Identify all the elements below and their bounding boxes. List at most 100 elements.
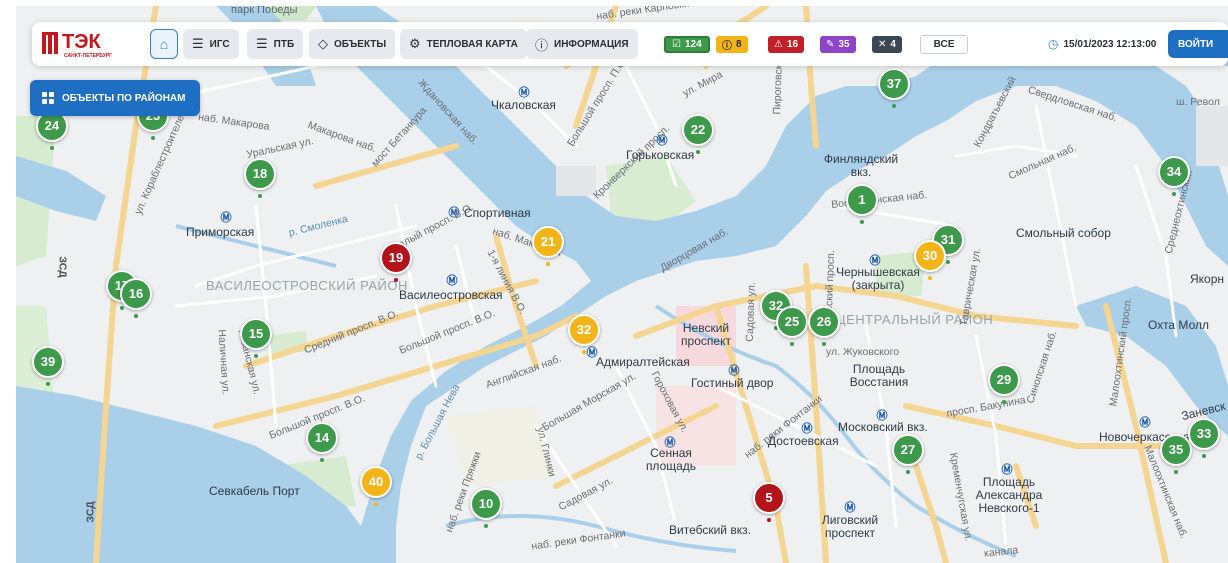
ptb-button-label: ПТБ [273,38,295,50]
object-marker[interactable]: 1 [846,184,878,224]
object-marker[interactable]: 21 [532,226,564,266]
map-label-nevskogo: Площадь Александра Невского-1 [975,475,1043,515]
info-icon: ⓘ [535,38,549,54]
top-bar: ТЭК САНКТ-ПЕТЕРБУРГ ⌂ ☰ ИГС ☰ ПТБ ◇ ОБЪЕ… [32,22,1228,66]
object-marker-count: 1 [846,184,878,216]
map-label-primorskaya: Приморская [186,225,255,239]
map-label-smolny: Смольный собор [1016,226,1111,240]
object-marker[interactable]: 14 [306,422,338,462]
object-marker[interactable]: 10 [470,488,502,528]
heatmap-button[interactable]: ⚙ ТЕПЛОВАЯ КАРТА [400,29,527,59]
object-marker[interactable]: 32 [568,314,600,354]
object-marker[interactable]: 16 [120,278,152,318]
map-label-dostoevskaya: Достоевская [768,434,839,448]
object-marker[interactable]: 18 [244,158,276,198]
marker-point [696,150,700,154]
object-marker-count: 14 [306,422,338,454]
object-marker-count: 30 [914,240,946,272]
object-marker[interactable]: 22 [682,114,714,154]
map-label-sadovaya2: Садовая ул. [743,282,758,342]
object-marker[interactable]: 30 [914,240,946,280]
object-marker[interactable]: 40 [360,466,392,506]
marker-point [767,518,771,522]
stat-warning-count: 8 [736,39,742,50]
info-button[interactable]: ⓘ ИНФОРМАЦИЯ [526,29,638,59]
gear-icon: ⚙ [409,36,421,52]
datetime-display: ◷ 15/01/2023 12:13:00 [1048,37,1156,51]
marker-point [1172,192,1176,196]
object-marker[interactable]: 29 [988,364,1020,404]
tek-logo[interactable]: ТЭК САНКТ-ПЕТЕРБУРГ [40,26,130,62]
map-label-admiralteyskaya: Адмиралтейская [596,355,690,369]
stat-planned-filter[interactable]: ✎ 35 [820,36,856,53]
tag-icon: ◇ [318,36,328,52]
datetime-text: 15/01/2023 12:13:00 [1063,38,1157,50]
metro-icon: Ⓜ [801,422,813,435]
map-label-chkalovskaya: Чкаловская [491,98,556,112]
marker-point [50,146,54,150]
clock-icon: ◷ [1048,37,1059,51]
marker-point [582,350,586,354]
heatmap-button-label: ТЕПЛОВАЯ КАРТА [426,38,518,50]
object-marker-count: 26 [808,306,840,338]
igs-button-label: ИГС [209,38,230,50]
map-label-vasileostrovskaya: Василеостровская [399,288,503,302]
map-label-zsd2: ЗСД [84,501,97,523]
igs-button[interactable]: ☰ ИГС [183,29,239,59]
map-label-gostiny: Гостиный двор [691,376,774,390]
stat-warning-filter[interactable]: ⓘ 8 [716,36,748,53]
stat-repair-count: 4 [890,39,896,50]
object-marker-count: 37 [878,68,910,100]
map-label-yakorn: Якорн [1190,272,1225,286]
stat-ok-filter[interactable]: ☑ 124 [664,36,710,53]
object-marker[interactable]: 24 [36,110,68,150]
marker-point [892,104,896,108]
object-marker-count: 27 [892,434,924,466]
object-marker[interactable]: 37 [878,68,910,108]
object-marker-count: 40 [360,466,392,498]
object-marker[interactable]: 26 [808,306,840,346]
object-marker-count: 21 [532,226,564,258]
object-marker-count: 39 [32,346,64,378]
home-icon: ⌂ [159,36,169,52]
login-button[interactable]: ВОЙТИ [1168,30,1228,58]
map-label-sennaya: Сенная площадь [645,446,697,473]
object-marker[interactable]: 33 [1188,418,1220,458]
grid-icon [42,92,54,104]
metro-icon: Ⓜ [1139,416,1151,429]
marker-point [546,262,550,266]
objects-by-district-label: ОБЪЕКТЫ ПО РАЙОНАМ [62,92,186,104]
object-marker[interactable]: 19 [380,242,412,282]
metro-icon: Ⓜ [656,134,668,147]
stat-alarm-filter[interactable]: ⚠ 16 [768,36,805,53]
object-marker[interactable]: 5 [753,482,785,522]
object-marker-count: 22 [682,114,714,146]
all-filter-button[interactable]: ВСЕ [920,35,968,54]
map-label-moskovsky: Московский вкз. [838,420,928,434]
objects-button-label: ОБЪЕКТЫ [334,38,387,50]
object-marker[interactable]: 27 [892,434,924,474]
ptb-button[interactable]: ☰ ПТБ [247,29,304,59]
metro-icon: Ⓜ [220,211,232,224]
objects-button[interactable]: ◇ ОБЪЕКТЫ [309,29,396,59]
object-marker[interactable]: 39 [32,346,64,386]
home-button[interactable]: ⌂ [150,29,178,59]
object-marker[interactable]: 15 [240,318,272,358]
marker-point [822,342,826,346]
object-marker-count: 15 [240,318,272,350]
object-marker[interactable]: 25 [776,306,808,346]
stat-planned-count: 35 [838,39,850,50]
objects-by-district-button[interactable]: ОБЪЕКТЫ ПО РАЙОНАМ [30,80,200,116]
object-marker-count: 32 [568,314,600,346]
map-label-vosstaniya: Площадь Восстания [849,362,909,389]
marker-point [906,470,910,474]
alert-icon: ⓘ [722,41,732,52]
marker-point [790,342,794,346]
object-marker-count: 29 [988,364,1020,396]
object-marker[interactable]: 34 [1158,156,1190,196]
map-label-vasileostrovsky-district: ВАСИЛЕОСТРОВСКИЙ РАЙОН [206,278,408,293]
stat-repair-filter[interactable]: ✕ 4 [872,36,902,53]
metro-icon: Ⓜ [518,86,530,99]
tek-logo-mark: ТЭК САНКТ-ПЕТЕРБУРГ [42,31,112,59]
marker-point [374,502,378,506]
